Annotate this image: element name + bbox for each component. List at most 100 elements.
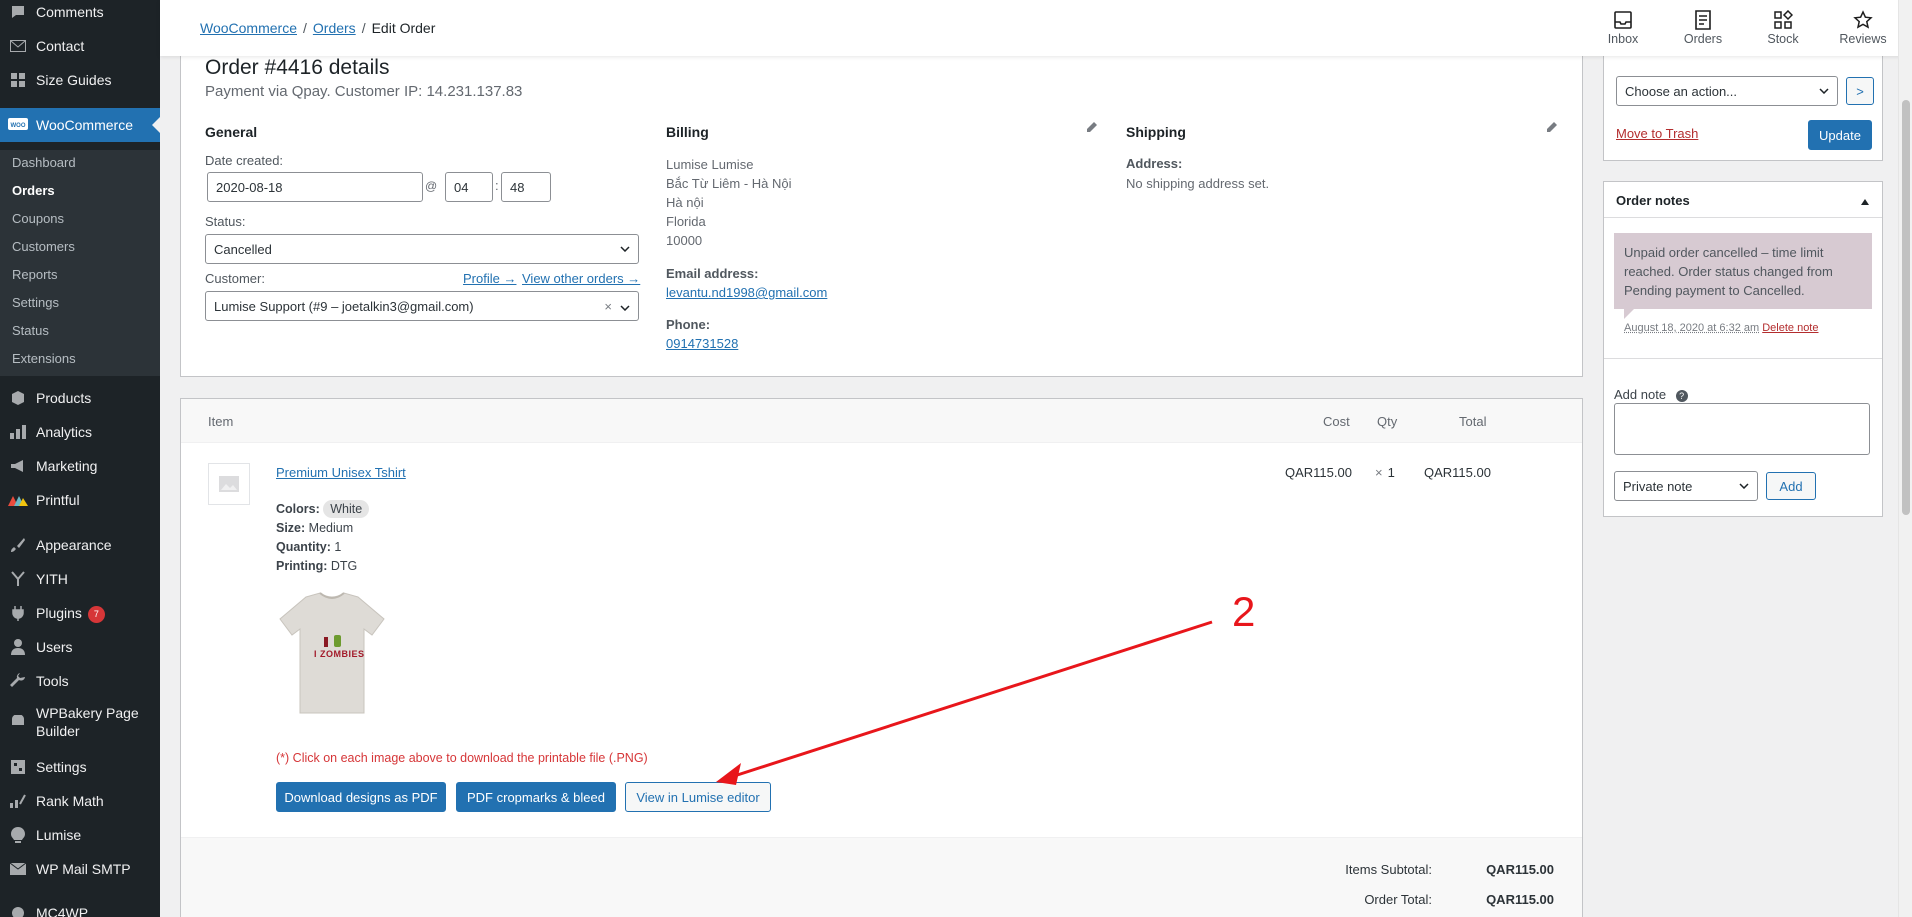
order-title: Order #4416 details — [205, 56, 389, 80]
view-other-orders-link[interactable]: View other orders → — [522, 271, 640, 286]
menu-settings[interactable]: Settings — [0, 750, 160, 784]
menu-wp-mail-smtp[interactable]: WP Mail SMTP — [0, 852, 160, 886]
page-scrollbar[interactable] — [1898, 0, 1912, 917]
stock-button[interactable]: Stock — [1750, 8, 1816, 46]
rank-math-icon — [0, 794, 36, 808]
menu-yith[interactable]: YITH — [0, 562, 160, 596]
menu-rank-math[interactable]: Rank Math — [0, 784, 160, 818]
submenu-orders[interactable]: Orders — [12, 183, 55, 198]
menu-plugins[interactable]: Plugins 7 — [0, 596, 160, 630]
add-note-button[interactable]: Add — [1766, 472, 1816, 500]
apply-action-button[interactable]: > — [1846, 77, 1874, 105]
submenu-reports[interactable]: Reports — [12, 267, 58, 282]
hour-input[interactable]: 04 — [445, 172, 493, 202]
order-total-value: QAR115.00 — [1486, 892, 1554, 907]
billing-phone-link[interactable]: 0914731528 — [666, 336, 738, 351]
date-created-input[interactable]: 2020-08-18 — [207, 172, 423, 202]
mail-icon — [0, 863, 36, 875]
annotation-number: 2 — [1232, 588, 1255, 636]
envelope-icon — [0, 40, 36, 52]
submenu-dashboard[interactable]: Dashboard — [12, 155, 76, 170]
menu-appearance[interactable]: Appearance — [0, 528, 160, 562]
menu-marketing[interactable]: Marketing — [0, 449, 160, 483]
menu-analytics[interactable]: Analytics — [0, 415, 160, 449]
order-note: Unpaid order cancelled – time limit reac… — [1614, 233, 1872, 309]
update-button[interactable]: Update — [1808, 120, 1872, 150]
order-notes-header[interactable]: Order notes — [1604, 182, 1882, 218]
billing-address: Lumise Lumise Bắc Từ Liêm - Hà Nội Hà nộ… — [666, 155, 792, 250]
menu-lumise[interactable]: Lumise — [0, 818, 160, 852]
clear-customer-icon[interactable]: × — [604, 299, 612, 314]
customer-select[interactable]: Lumise Support (#9 – joetalkin3@gmail.co… — [205, 291, 639, 321]
submenu-settings[interactable]: Settings — [12, 295, 59, 310]
chevron-down-icon — [620, 302, 630, 314]
cost-column-header: Cost — [1323, 414, 1350, 429]
menu-tools[interactable]: Tools — [0, 664, 160, 698]
submenu-extensions[interactable]: Extensions — [12, 351, 76, 366]
menu-printful[interactable]: Printful — [0, 483, 160, 517]
view-in-lumise-editor-button[interactable]: View in Lumise editor — [625, 782, 771, 812]
menu-comments[interactable]: Comments — [0, 0, 160, 29]
submenu-status[interactable]: Status — [12, 323, 49, 338]
item-total: QAR115.00 — [1424, 465, 1491, 480]
menu-mc4wp[interactable]: MC4WP — [0, 896, 160, 917]
woocommerce-header: WooCommerce / Orders / Edit Order Inbox Orde… — [160, 0, 1912, 56]
admin-sidebar: Comments Contact Size Guides WOO WooComm… — [0, 0, 160, 917]
order-actions-panel: Choose an action... > Move to Trash Upda… — [1603, 40, 1883, 161]
order-details-panel: Order #4416 details Payment via Qpay. Cu… — [180, 40, 1583, 377]
order-action-select[interactable]: Choose an action... — [1616, 76, 1838, 106]
menu-products[interactable]: Products — [0, 381, 160, 415]
minute-input[interactable]: 48 — [501, 172, 551, 202]
chevron-down-icon — [1819, 85, 1829, 97]
wrench-icon — [0, 673, 36, 689]
menu-contact[interactable]: Contact — [0, 29, 160, 63]
submenu-coupons[interactable]: Coupons — [12, 211, 64, 226]
item-meta: Colors: White Size: Medium Quantity: 1 P… — [276, 500, 369, 576]
menu-woocommerce[interactable]: WOO WooCommerce — [0, 108, 160, 142]
general-heading: General — [205, 124, 257, 140]
billing-email-link[interactable]: levantu.nd1998@gmail.com — [666, 285, 827, 300]
move-to-trash-link[interactable]: Move to Trash — [1616, 126, 1698, 141]
design-image[interactable]: I ZOMBIES — [276, 589, 388, 722]
comments-icon — [0, 4, 36, 20]
megaphone-icon — [0, 459, 36, 473]
meta-printing: Printing: DTG — [276, 557, 369, 576]
items-subtotal-label: Items Subtotal: — [1345, 862, 1432, 877]
profile-link[interactable]: Profile → — [463, 271, 516, 286]
orders-button[interactable]: Orders — [1670, 8, 1736, 46]
collapse-triangle-icon[interactable] — [1860, 194, 1870, 209]
total-column-header: Total — [1459, 414, 1486, 429]
menu-size-guides[interactable]: Size Guides — [0, 63, 160, 97]
download-designs-pdf-button[interactable]: Download designs as PDF — [276, 782, 446, 812]
note-type-select[interactable]: Private note — [1614, 471, 1758, 501]
note-bubble-tail — [1624, 309, 1634, 319]
status-label: Status: — [205, 214, 245, 229]
grid-icon — [0, 73, 36, 87]
mc4wp-icon — [0, 906, 36, 917]
status-select[interactable]: Cancelled — [205, 234, 639, 264]
reviews-button[interactable]: Reviews — [1830, 8, 1896, 46]
menu-users[interactable]: Users — [0, 630, 160, 664]
email-label: Email address: — [666, 266, 759, 281]
edit-shipping-pencil-icon[interactable] — [1546, 120, 1558, 136]
billing-heading: Billing — [666, 124, 709, 140]
help-icon[interactable]: ? — [1676, 390, 1688, 402]
add-note-textarea[interactable] — [1614, 403, 1870, 455]
pdf-cropmarks-button[interactable]: PDF cropmarks & bleed — [456, 782, 616, 812]
lumise-icon — [0, 827, 36, 843]
items-subtotal-value: QAR115.00 — [1486, 862, 1554, 877]
breadcrumb-woocommerce[interactable]: WooCommerce — [200, 20, 297, 36]
edit-billing-pencil-icon[interactable] — [1086, 120, 1098, 136]
scrollbar-thumb[interactable] — [1902, 100, 1910, 515]
download-note: (*) Click on each image above to downloa… — [276, 751, 648, 765]
order-notes-heading: Order notes — [1616, 193, 1690, 208]
delete-note-link[interactable]: Delete note — [1762, 322, 1818, 334]
product-name-link[interactable]: Premium Unisex Tshirt — [276, 465, 406, 480]
submenu-customers[interactable]: Customers — [12, 239, 75, 254]
totals-section: Items Subtotal: QAR115.00 Order Total: Q… — [181, 837, 1582, 917]
breadcrumb-orders[interactable]: Orders — [313, 20, 356, 36]
inbox-button[interactable]: Inbox — [1590, 8, 1656, 46]
phone-label: Phone: — [666, 317, 710, 332]
item-cost: QAR115.00 — [1285, 465, 1352, 480]
menu-wpbakery[interactable]: WPBakery Page Builder — [0, 698, 160, 746]
